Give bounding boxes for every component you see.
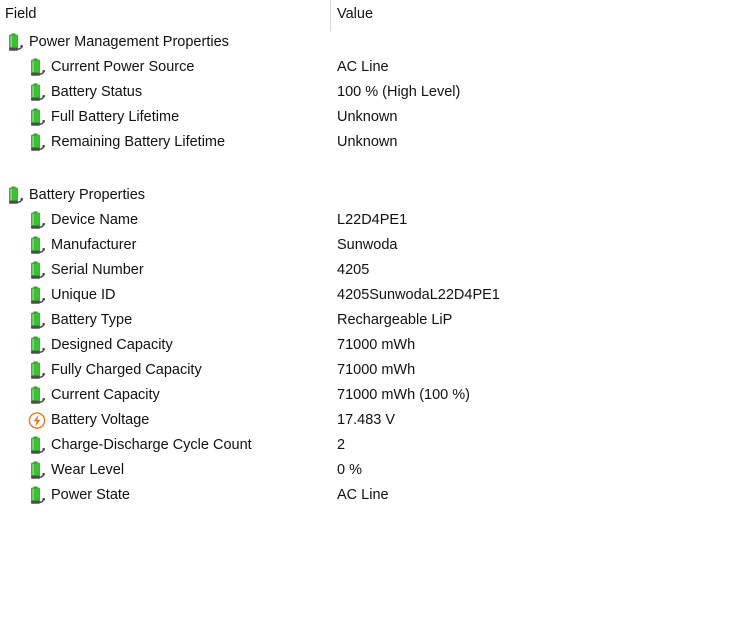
row-field-label: Fully Charged Capacity [51, 362, 202, 378]
column-header: Field Value [0, 0, 735, 31]
row-field-value: 71000 mWh [337, 362, 416, 378]
column-header-value[interactable]: Value [337, 5, 373, 23]
row-field-value: L22D4PE1 [337, 212, 408, 228]
row-field-value: 71000 mWh (100 %) [337, 387, 470, 403]
table-row[interactable]: Unique ID 4205SunwodaL22D4PE1 [0, 283, 735, 308]
battery-plug-icon [28, 311, 46, 330]
battery-plug-icon [28, 486, 46, 505]
row-field-value: 71000 mWh [337, 337, 416, 353]
battery-plug-icon [28, 336, 46, 355]
row-field-value: 4205 [337, 262, 370, 278]
table-row[interactable]: Fully Charged Capacity 71000 mWh [0, 358, 735, 383]
battery-plug-icon [6, 33, 24, 52]
row-field-label: Charge-Discharge Cycle Count [51, 437, 252, 453]
row-field-label: Power State [51, 487, 130, 503]
table-row[interactable]: Serial Number 4205 [0, 258, 735, 283]
lightning-bolt-icon [28, 411, 46, 430]
battery-plug-icon [28, 436, 46, 455]
table-row[interactable]: Device Name L22D4PE1 [0, 208, 735, 233]
row-field-label: Battery Status [51, 84, 143, 100]
row-field-value: AC Line [337, 487, 389, 503]
property-list: Power Management Properties Current Power… [0, 30, 735, 508]
battery-plug-icon [28, 286, 46, 305]
table-row[interactable]: Current Power Source AC Line [0, 55, 735, 80]
table-row[interactable]: Battery Status 100 % (High Level) [0, 80, 735, 105]
row-field-label: Battery Voltage [51, 412, 150, 428]
table-row[interactable]: Battery Properties [0, 183, 735, 208]
row-field-label: Manufacturer [51, 237, 137, 253]
row-field-label: Battery Type [51, 312, 133, 328]
table-row[interactable]: Power Management Properties [0, 30, 735, 55]
row-field-value: 17.483 V [337, 412, 396, 428]
row-field-value: 0 % [337, 462, 362, 478]
battery-plug-icon [28, 236, 46, 255]
table-row[interactable]: Remaining Battery Lifetime Unknown [0, 130, 735, 155]
battery-plug-icon [28, 133, 46, 152]
table-row[interactable]: Charge-Discharge Cycle Count 2 [0, 433, 735, 458]
row-field-value: AC Line [337, 59, 389, 75]
table-row[interactable]: Battery Type Rechargeable LiP [0, 308, 735, 333]
table-row[interactable]: Wear Level 0 % [0, 458, 735, 483]
row-field-value: Sunwoda [337, 237, 398, 253]
table-row[interactable]: Battery Voltage 17.483 V [0, 408, 735, 433]
row-field-label: Serial Number [51, 262, 144, 278]
column-divider[interactable] [330, 0, 331, 31]
table-row[interactable]: Full Battery Lifetime Unknown [0, 105, 735, 130]
row-field-value: Rechargeable LiP [337, 312, 453, 328]
battery-plug-icon [28, 58, 46, 77]
row-field-label: Remaining Battery Lifetime [51, 134, 226, 150]
battery-plug-icon [28, 261, 46, 280]
table-row[interactable]: Designed Capacity 71000 mWh [0, 333, 735, 358]
row-field-label: Full Battery Lifetime [51, 109, 180, 125]
row-field-value: 100 % (High Level) [337, 84, 461, 100]
row-field-label: Unique ID [51, 287, 116, 303]
battery-plug-icon [28, 83, 46, 102]
row-field-label: Device Name [51, 212, 139, 228]
table-row[interactable]: Current Capacity 71000 mWh (100 %) [0, 383, 735, 408]
battery-plug-icon [28, 461, 46, 480]
battery-plug-icon [28, 108, 46, 127]
row-field-value: 2 [337, 437, 346, 453]
table-row[interactable]: Manufacturer Sunwoda [0, 233, 735, 258]
battery-plug-icon [6, 186, 24, 205]
row-field-label: Wear Level [51, 462, 125, 478]
row-field-value: Unknown [337, 134, 398, 150]
row-field-label: Current Capacity [51, 387, 160, 403]
row-field-label: Battery Properties [29, 187, 146, 203]
table-row[interactable]: Power State AC Line [0, 483, 735, 508]
battery-plug-icon [28, 211, 46, 230]
row-field-label: Power Management Properties [29, 34, 229, 50]
row-field-label: Designed Capacity [51, 337, 173, 353]
column-header-field[interactable]: Field [5, 5, 36, 23]
row-field-value: 4205SunwodaL22D4PE1 [337, 287, 500, 303]
row-field-label: Current Power Source [51, 59, 195, 75]
battery-plug-icon [28, 386, 46, 405]
row-field-value: Unknown [337, 109, 398, 125]
battery-plug-icon [28, 361, 46, 380]
